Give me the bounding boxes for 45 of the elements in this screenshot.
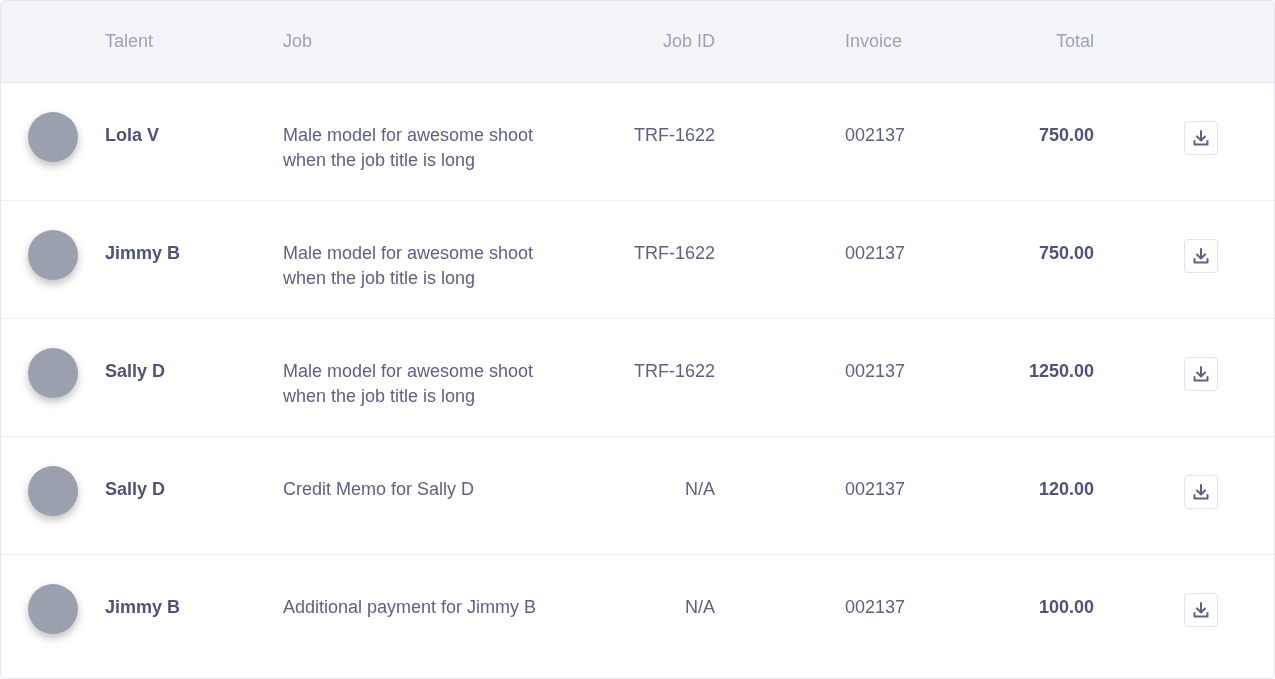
job-title: Additional payment for Jimmy B	[283, 596, 538, 619]
avatar-placeholder	[28, 466, 78, 516]
job-id: TRF-1622	[632, 124, 715, 147]
job-title: Credit Memo for Sally D	[283, 478, 476, 501]
download-icon	[1192, 247, 1210, 265]
avatar-placeholder	[28, 584, 78, 634]
job-id: TRF-1622	[632, 242, 715, 265]
invoice-number: 002137	[844, 360, 907, 383]
download-button[interactable]	[1184, 593, 1218, 627]
avatar-placeholder	[28, 348, 78, 398]
column-header: Job	[283, 31, 314, 52]
talent-name: Lola V	[105, 124, 160, 147]
column-header: Total	[1054, 31, 1094, 52]
download-button[interactable]	[1184, 475, 1218, 509]
total-amount: 750.00	[1037, 124, 1094, 147]
job-title: Male model for awesome shoot when the job title is long	[283, 242, 535, 290]
total-amount: 1250.00	[1027, 360, 1094, 383]
column-header: Talent	[105, 31, 155, 52]
invoice-number: 002137	[844, 478, 907, 501]
invoice-number: 002137	[844, 242, 907, 265]
download-button[interactable]	[1184, 121, 1218, 155]
job-title: Male model for awesome shoot when the job title is long	[283, 124, 535, 172]
download-icon	[1192, 129, 1210, 147]
invoice-number: 002137	[844, 124, 907, 147]
avatar-placeholder	[28, 230, 78, 280]
talent-name: Jimmy B	[105, 242, 182, 265]
total-amount: 100.00	[1037, 596, 1094, 619]
column-header: Invoice	[844, 31, 904, 52]
talent-name: Jimmy B	[105, 596, 182, 619]
download-icon	[1192, 601, 1210, 619]
avatar-placeholder	[28, 112, 78, 162]
download-icon	[1192, 365, 1210, 383]
talent-name: Sally D	[105, 360, 167, 383]
download-icon	[1192, 483, 1210, 501]
download-button[interactable]	[1184, 357, 1218, 391]
job-id: N/A	[684, 478, 715, 501]
total-amount: 120.00	[1037, 478, 1094, 501]
download-button[interactable]	[1184, 239, 1218, 273]
total-amount: 750.00	[1037, 242, 1094, 265]
job-id: N/A	[684, 596, 715, 619]
invoice-number: 002137	[844, 596, 907, 619]
job-id: TRF-1622	[632, 360, 715, 383]
talent-name: Sally D	[105, 478, 167, 501]
column-header: Job ID	[661, 31, 715, 52]
job-title: Male model for awesome shoot when the job title is long	[283, 360, 535, 408]
